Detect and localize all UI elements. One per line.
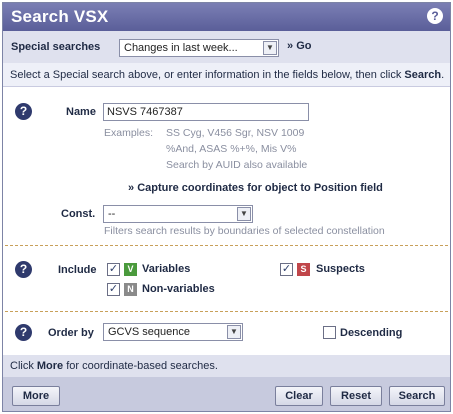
double-arrow-icon: »: [128, 182, 135, 194]
const-note: Filters search results by boundaries of …: [104, 225, 385, 237]
chevron-down-icon[interactable]: ▼: [237, 207, 251, 221]
divider: [5, 245, 448, 246]
const-select[interactable]: -- ▼: [103, 205, 253, 223]
const-label: Const.: [61, 208, 96, 220]
chevron-down-icon[interactable]: ▼: [227, 325, 241, 339]
special-searches-row: Special searches Changes in last week...…: [3, 31, 450, 63]
button-bar: More Clear Reset Search: [3, 377, 450, 411]
descending-checkbox[interactable]: [323, 326, 336, 339]
const-value: --: [108, 208, 116, 220]
name-input[interactable]: NSVS 7467387: [103, 103, 309, 121]
search-button[interactable]: Search: [389, 386, 445, 406]
examples-label: Examples:: [104, 127, 154, 139]
more-button[interactable]: More: [12, 386, 60, 406]
double-arrow-icon: »: [287, 40, 294, 52]
name-label: Name: [66, 106, 96, 118]
variables-label: Variables: [142, 263, 191, 275]
more-hint: Click More for coordinate-based searches…: [3, 355, 450, 377]
suspects-checkbox[interactable]: ✓: [280, 263, 293, 276]
auid-note: Search by AUID also available: [166, 159, 308, 171]
order-by-select[interactable]: GCVS sequence ▼: [103, 323, 243, 341]
variables-badge: V: [124, 263, 137, 276]
examples-line-1: SS Cyg, V456 Sgr, NSV 1009: [166, 127, 305, 139]
variables-checkbox[interactable]: ✓: [107, 263, 120, 276]
order-by-value: GCVS sequence: [108, 326, 190, 338]
page-title: Search VSX: [11, 7, 109, 26]
question-icon[interactable]: ?: [15, 103, 32, 120]
question-icon[interactable]: ?: [15, 261, 32, 278]
descending-label: Descending: [340, 327, 403, 339]
special-searches-value: Changes in last week...: [124, 42, 238, 54]
go-label: Go: [296, 40, 312, 52]
instructions: Select a Special search above, or enter …: [3, 63, 450, 87]
divider: [5, 311, 448, 312]
nonvariables-checkbox[interactable]: ✓: [107, 283, 120, 296]
name-input-value: NSVS 7467387: [107, 106, 183, 118]
clear-button[interactable]: Clear: [275, 386, 323, 406]
special-searches-label: Special searches: [11, 41, 101, 53]
capture-coordinates-link[interactable]: » Capture coordinates for object to Posi…: [128, 182, 383, 194]
search-emphasis: Search: [404, 69, 442, 81]
special-searches-select[interactable]: Changes in last week... ▼: [119, 39, 279, 57]
examples-line-2: %And, ASAS %+%, Mis V%: [166, 143, 297, 155]
nonvariables-label: Non-variables: [142, 283, 215, 295]
include-label: Include: [58, 264, 97, 276]
nonvariables-badge: N: [124, 283, 137, 296]
go-link[interactable]: » Go: [287, 40, 311, 52]
order-by-label: Order by: [48, 327, 94, 339]
more-emphasis: More: [36, 360, 64, 372]
question-icon[interactable]: ?: [427, 8, 443, 24]
suspects-label: Suspects: [316, 263, 365, 275]
search-vsx-panel: Search VSX ? Special searches Changes in…: [2, 2, 451, 412]
reset-button[interactable]: Reset: [330, 386, 382, 406]
question-icon[interactable]: ?: [15, 324, 32, 341]
suspects-badge: S: [297, 263, 310, 276]
chevron-down-icon[interactable]: ▼: [263, 41, 277, 55]
title-bar: Search VSX ?: [3, 3, 450, 31]
